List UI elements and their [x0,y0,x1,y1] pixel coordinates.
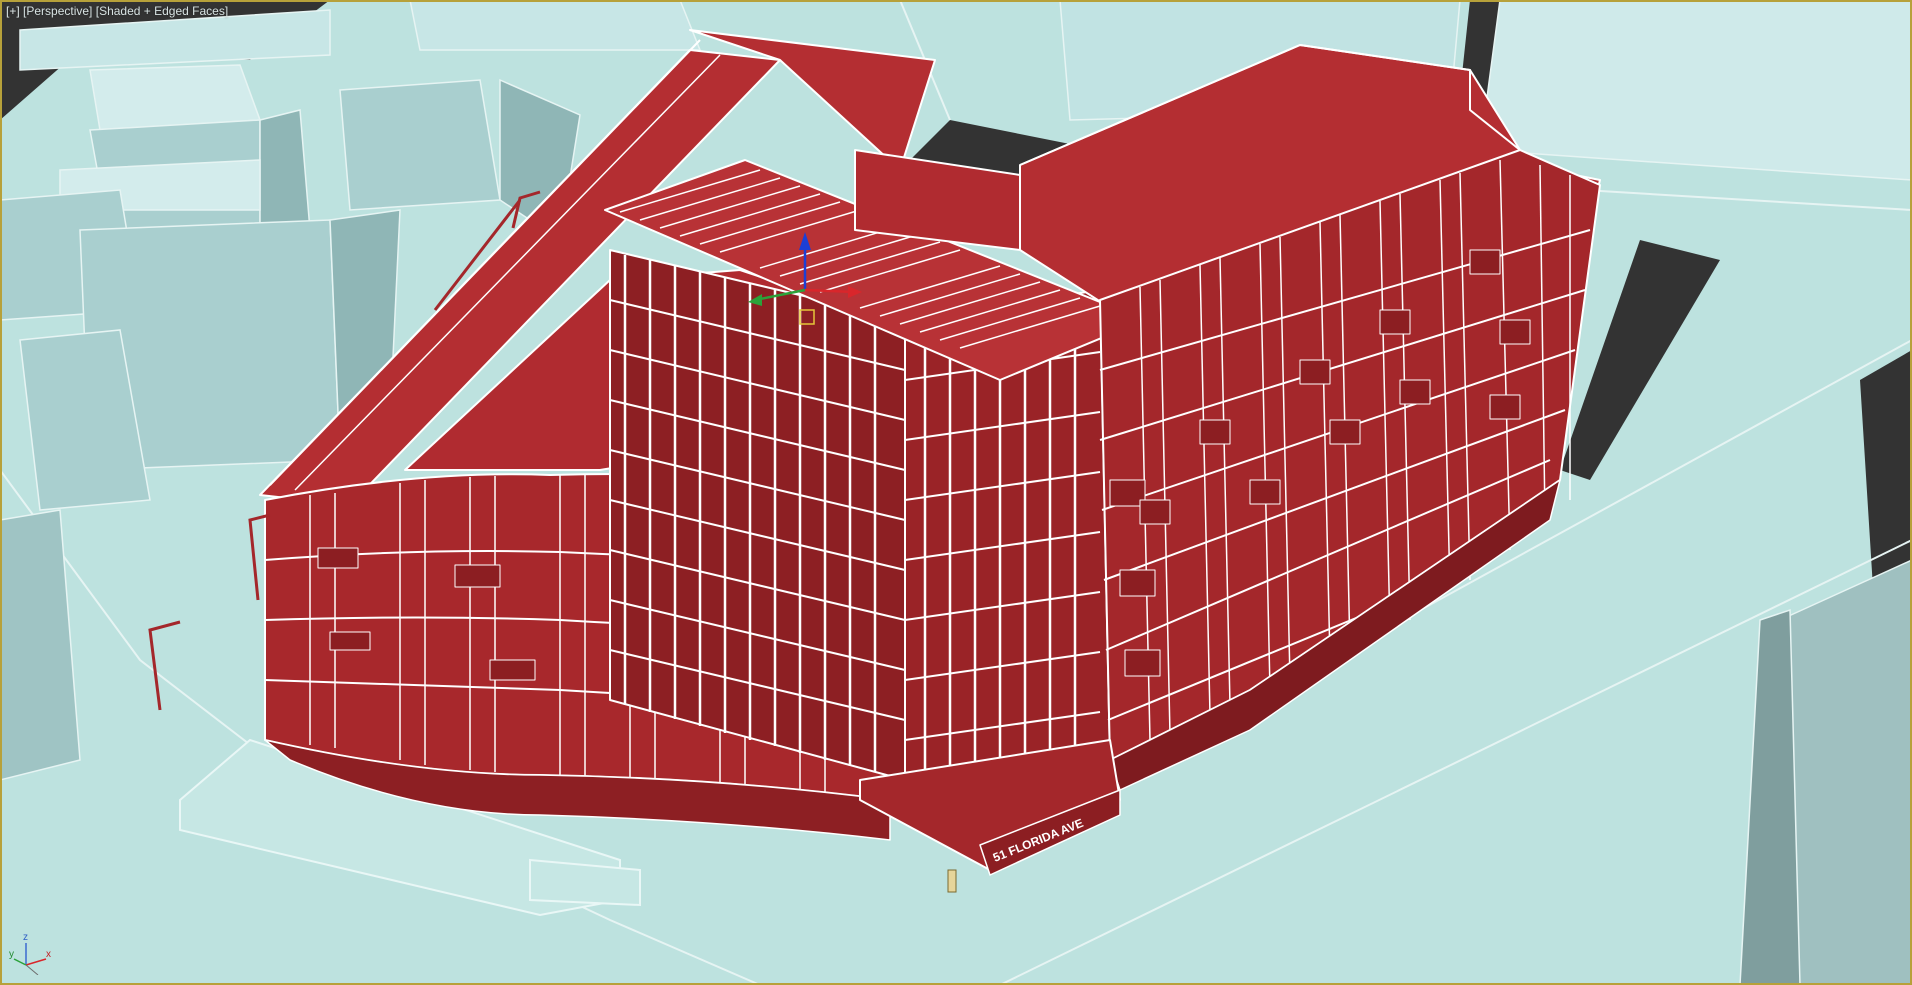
bollard-marker [947,869,957,893]
axis-z-label: z [23,932,28,943]
viewport-shading-menu[interactable]: [Shaded + Edged Faces] [96,4,228,18]
viewport-point-of-view-menu[interactable]: [Perspective] [23,4,92,18]
perspective-viewport[interactable]: [+] [Perspective] [Shaded + Edged Faces] [0,0,1912,985]
axis-y-label: y [9,949,14,960]
viewport-general-menu[interactable]: [+] [6,4,20,18]
axis-tripod: z x y [9,932,51,975]
axis-x-label: x [46,949,51,960]
viewport-scene[interactable]: 51 FLORIDA AVE [0,0,1912,985]
viewport-label-menu[interactable]: [+] [Perspective] [Shaded + Edged Faces] [6,4,228,18]
